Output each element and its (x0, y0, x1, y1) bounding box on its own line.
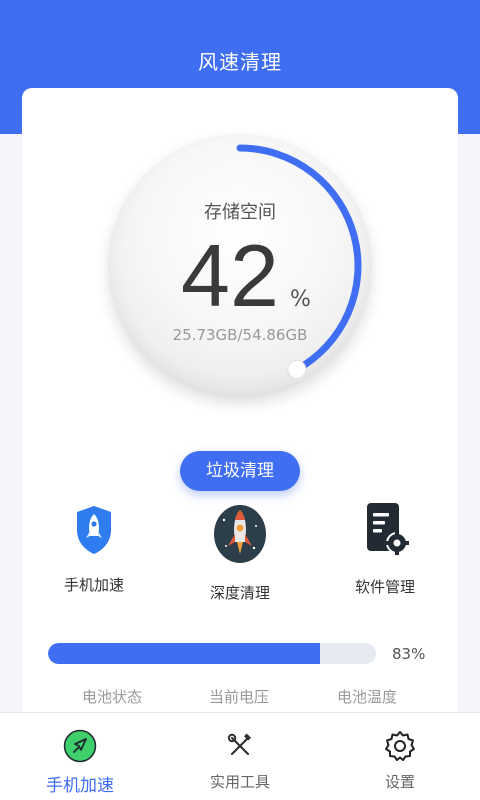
feature-label-deep-clean: 深度清理 (209, 584, 270, 602)
storage-percent: 42 (181, 226, 279, 325)
junk-clean-button[interactable]: 垃圾清理 (180, 451, 300, 491)
feature-label-phone-boost: 手机加速 (63, 576, 124, 594)
gauge-knob (287, 359, 307, 379)
feature-label-app-manager: 软件管理 (354, 578, 415, 596)
storage-label: 存储空间 (204, 202, 276, 223)
document-gear-icon (367, 503, 409, 555)
feature-phone-boost[interactable]: 手机加速 (54, 504, 134, 595)
nav-item-settings[interactable]: 设置 (340, 729, 460, 792)
bottom-navigation: 手机加速 实用工具 设置 (0, 712, 480, 800)
gear-icon (385, 731, 415, 761)
feature-app-manager[interactable]: 软件管理 (345, 500, 425, 597)
battery-status-label: 电池状态 (82, 688, 143, 706)
feature-deep-clean[interactable]: 深度清理 (200, 504, 280, 603)
nav-item-phone-boost[interactable]: 手机加速 (20, 729, 140, 796)
nav-item-tools[interactable]: 实用工具 (180, 729, 300, 792)
battery-progress-text: 83% (392, 645, 426, 663)
shield-rocket-icon (77, 506, 111, 554)
rocket-icon (214, 505, 266, 563)
nav-label-settings: 设置 (384, 773, 415, 791)
battery-temp-label: 电池温度 (337, 688, 398, 706)
battery-progress-bar (48, 643, 376, 664)
battery-progress-fill (48, 643, 321, 664)
rocket-circle-icon (63, 729, 97, 763)
storage-percent-unit: % (290, 287, 311, 312)
voltage-label: 当前电压 (209, 688, 270, 706)
storage-detail: 25.73GB/54.86GB (172, 326, 308, 344)
page-title: 风速清理 (198, 50, 282, 74)
nav-label-phone-boost: 手机加速 (46, 776, 114, 796)
nav-label-tools: 实用工具 (209, 773, 270, 791)
tools-icon (227, 733, 252, 756)
